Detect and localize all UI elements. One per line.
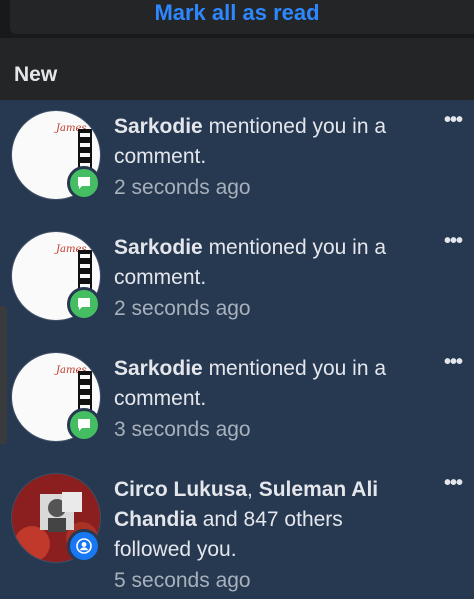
notification-item[interactable]: James Sarkodie mentioned you in a commen…: [0, 100, 474, 221]
more-options-icon[interactable]: •••: [440, 473, 466, 497]
more-options-icon[interactable]: •••: [440, 110, 466, 134]
more-options-icon[interactable]: •••: [440, 352, 466, 376]
notification-list: James Sarkodie mentioned you in a commen…: [0, 100, 474, 599]
avatar[interactable]: James: [11, 231, 101, 321]
actor-name: Sarkodie: [114, 236, 203, 259]
avatar[interactable]: James: [11, 110, 101, 200]
notification-text: Sarkodie mentioned you in a comment. 2 s…: [114, 233, 414, 325]
mark-all-as-read-label: Mark all as read: [154, 0, 320, 25]
top-bar: Mark all as read: [0, 0, 474, 38]
notification-text: Sarkodie mentioned you in a comment. 2 s…: [114, 112, 414, 204]
actor-name: Circo Lukusa: [114, 478, 248, 501]
mark-all-as-read-button[interactable]: Mark all as read: [10, 0, 474, 34]
comment-icon: [67, 408, 101, 442]
comment-icon: [67, 287, 101, 321]
section-title: New: [14, 63, 58, 86]
section-header: New: [0, 38, 474, 100]
timestamp: 2 seconds ago: [114, 297, 251, 320]
comment-icon: [67, 166, 101, 200]
timestamp: 2 seconds ago: [114, 176, 251, 199]
timestamp: 3 seconds ago: [114, 418, 251, 441]
notification-item[interactable]: Circo Lukusa, Suleman Ali Chandia and 84…: [0, 463, 474, 592]
avatar[interactable]: James: [11, 352, 101, 442]
notification-text: Circo Lukusa, Suleman Ali Chandia and 84…: [114, 475, 414, 597]
person-icon: [67, 529, 101, 563]
scroll-indicator[interactable]: [0, 306, 7, 444]
notifications-screen: Mark all as read New James Sarkodie ment…: [0, 0, 474, 599]
actor-separator: ,: [247, 478, 259, 501]
avatar[interactable]: [11, 473, 101, 563]
notification-text: Sarkodie mentioned you in a comment. 3 s…: [114, 354, 414, 446]
timestamp: 5 seconds ago: [114, 569, 251, 592]
notification-item[interactable]: James Sarkodie mentioned you in a commen…: [0, 342, 474, 463]
notification-item[interactable]: James Sarkodie mentioned you in a commen…: [0, 221, 474, 342]
actor-name: Sarkodie: [114, 115, 203, 138]
more-options-icon[interactable]: •••: [440, 231, 466, 255]
actor-name: Sarkodie: [114, 357, 203, 380]
